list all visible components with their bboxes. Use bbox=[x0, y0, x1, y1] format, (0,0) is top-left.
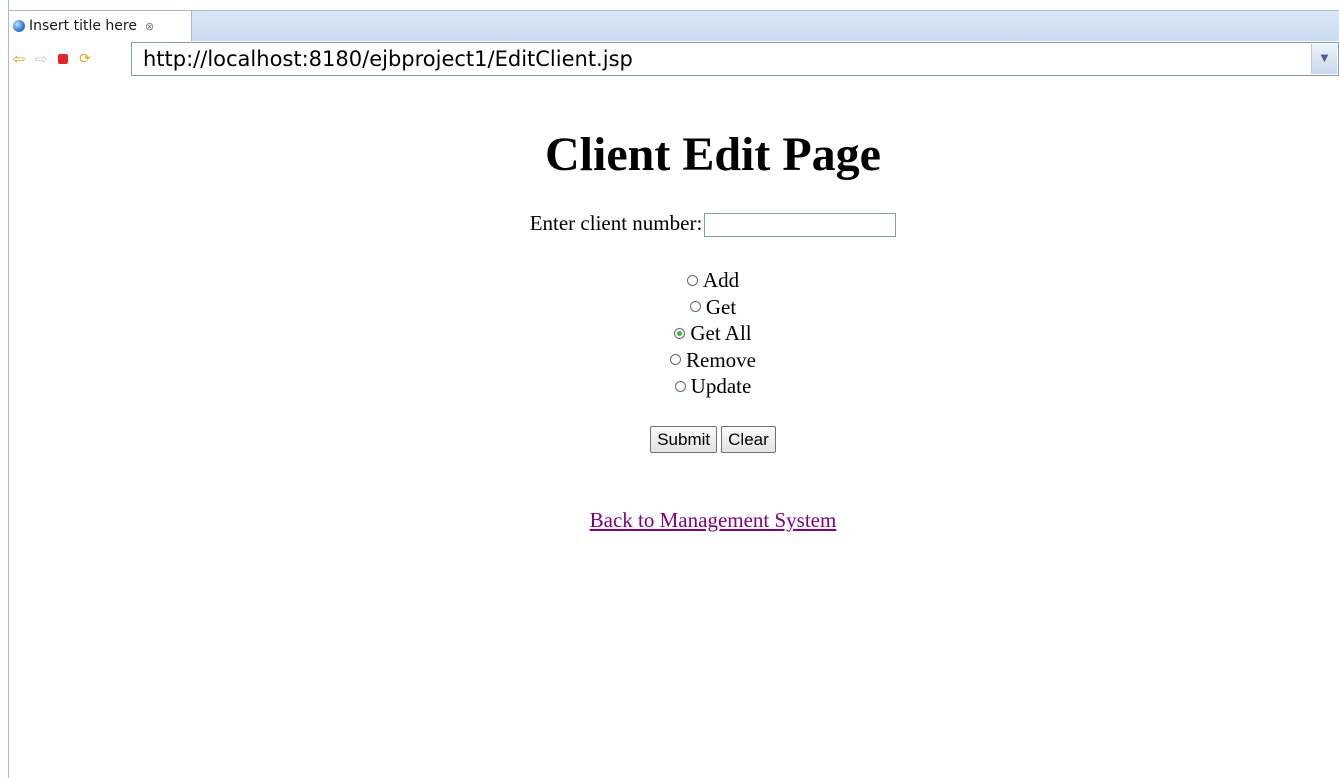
tab-insert-title[interactable]: Insert title here ⊗ bbox=[9, 11, 192, 41]
radio-button[interactable] bbox=[674, 381, 686, 393]
page-title: Client Edit Page bbox=[545, 128, 881, 181]
browser-navigation-bar: ⇦ ⇨ ⟳ ▼ bbox=[9, 41, 1339, 103]
radio-button[interactable] bbox=[689, 301, 701, 313]
clear-button[interactable]: Clear bbox=[721, 426, 776, 453]
close-icon[interactable]: ⊗ bbox=[145, 20, 154, 33]
forward-arrow-icon[interactable]: ⇨ bbox=[33, 50, 49, 68]
globe-icon bbox=[13, 20, 25, 32]
client-number-label: Enter client number: bbox=[529, 211, 703, 235]
action-radio-group: Add Get Get All Remove Update bbox=[10, 267, 1339, 400]
back-to-management-link[interactable]: Back to Management System bbox=[590, 508, 837, 532]
radio-label: Get bbox=[705, 294, 737, 319]
client-number-row: Enter client number: bbox=[10, 209, 1339, 238]
chevron-down-icon[interactable]: ▼ bbox=[1311, 44, 1337, 74]
client-number-input[interactable] bbox=[704, 213, 897, 238]
url-input[interactable] bbox=[132, 43, 1312, 75]
tab-title: Insert title here bbox=[29, 18, 137, 34]
url-bar: ▼ bbox=[131, 42, 1339, 76]
window-left-edge bbox=[0, 0, 9, 778]
radio-option-get[interactable]: Get bbox=[10, 294, 1339, 321]
radio-label: Get All bbox=[690, 321, 752, 346]
radio-button-checked[interactable] bbox=[674, 327, 686, 339]
radio-button[interactable] bbox=[670, 354, 681, 366]
radio-option-remove[interactable]: Remove bbox=[10, 347, 1339, 374]
radio-label: Update bbox=[690, 374, 752, 399]
form-buttons: Submit Clear bbox=[10, 426, 1339, 453]
back-arrow-icon[interactable]: ⇦ bbox=[11, 50, 27, 68]
radio-label: Add bbox=[702, 268, 740, 292]
stop-icon[interactable] bbox=[55, 50, 71, 68]
editor-tab-strip: Insert title here ⊗ bbox=[9, 10, 1339, 41]
radio-button[interactable] bbox=[686, 274, 698, 286]
radio-option-update[interactable]: Update bbox=[10, 373, 1339, 400]
back-link-row: Back to Management System bbox=[10, 507, 1339, 533]
radio-label: Remove bbox=[686, 347, 756, 372]
radio-option-add[interactable]: Add bbox=[10, 267, 1339, 294]
submit-button[interactable]: Submit bbox=[650, 426, 718, 453]
radio-option-get-all[interactable]: Get All bbox=[10, 320, 1339, 347]
refresh-icon[interactable]: ⟳ bbox=[77, 50, 93, 68]
